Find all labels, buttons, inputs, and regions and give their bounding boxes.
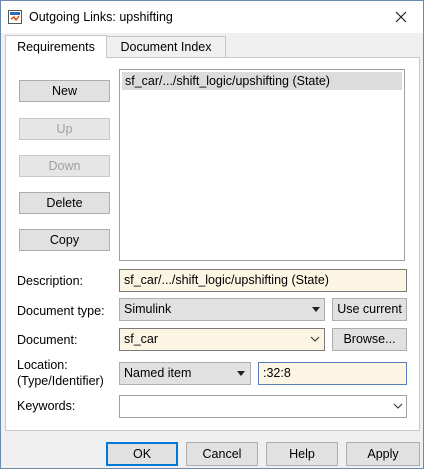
use-current-button[interactable]: Use current (332, 298, 407, 321)
location-type-select[interactable]: Named item (119, 362, 251, 385)
tab-document-index[interactable]: Document Index (106, 36, 226, 58)
delete-button[interactable]: Delete (19, 192, 110, 214)
keywords-label: Keywords: (17, 399, 76, 413)
document-type-label: Document type: (17, 304, 105, 318)
document-type-select[interactable]: Simulink (119, 298, 325, 321)
chevron-down-icon (312, 307, 320, 312)
links-list[interactable]: sf_car/.../shift_logic/upshifting (State… (119, 69, 405, 261)
chevron-down-icon (310, 336, 320, 342)
up-button[interactable]: Up (19, 118, 110, 140)
close-button[interactable] (379, 1, 423, 33)
description-field[interactable]: sf_car/.../shift_logic/upshifting (State… (119, 269, 407, 292)
title-bar: Outgoing Links: upshifting (1, 1, 423, 33)
keywords-field[interactable] (119, 395, 407, 418)
document-type-value: Simulink (124, 302, 172, 316)
document-value: sf_car (124, 332, 159, 346)
simulink-app-icon (8, 10, 22, 24)
ok-button[interactable]: OK (106, 442, 178, 466)
tab-requirements[interactable]: Requirements (5, 35, 107, 59)
chevron-down-icon (393, 403, 403, 409)
cancel-button[interactable]: Cancel (186, 442, 258, 466)
down-button[interactable]: Down (19, 155, 110, 177)
help-button[interactable]: Help (266, 442, 338, 466)
window-title: Outgoing Links: upshifting (29, 10, 173, 24)
list-item[interactable]: sf_car/.../shift_logic/upshifting (State… (122, 72, 402, 90)
apply-button[interactable]: Apply (346, 442, 420, 466)
browse-button[interactable]: Browse... (332, 328, 407, 351)
dialog-window: Outgoing Links: upshifting Requirements … (0, 0, 424, 469)
chevron-down-icon (237, 371, 245, 376)
location-id-field[interactable]: :32:8 (258, 362, 407, 385)
close-icon (395, 11, 407, 23)
location-sub-label: (Type/Identifier) (17, 374, 104, 388)
document-label: Document: (17, 333, 78, 347)
description-label: Description: (17, 274, 83, 288)
location-type-value: Named item (124, 366, 192, 380)
document-field[interactable]: sf_car (119, 328, 325, 351)
location-label: Location: (17, 358, 68, 372)
new-button[interactable]: New (19, 80, 110, 102)
copy-button[interactable]: Copy (19, 229, 110, 251)
